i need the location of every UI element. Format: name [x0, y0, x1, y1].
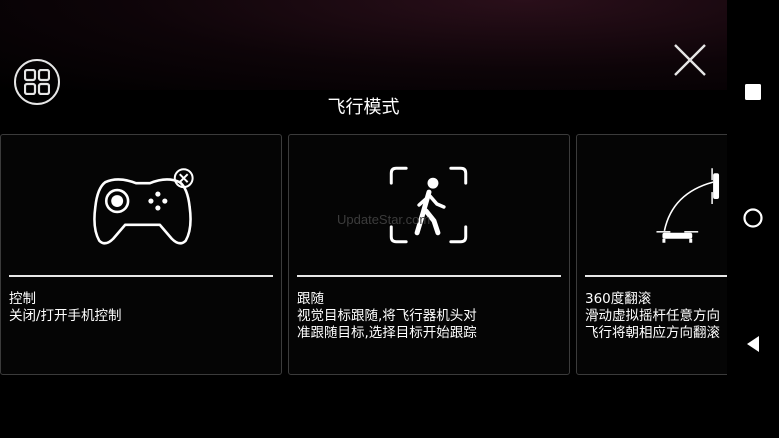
mode-card-360-flip[interactable]: 360度翻滚 滑动虚拟摇杆任意方向 飞行将朝相应方向翻滚 [576, 134, 727, 375]
home-icon[interactable] [741, 206, 765, 230]
watermark: UpdateStar.com [337, 212, 431, 227]
gamepad-icon [93, 168, 194, 245]
card-divider [585, 275, 727, 277]
mode-card-control[interactable]: 控制 关闭/打开手机控制 [0, 134, 282, 375]
background-glow [0, 0, 727, 90]
flight-mode-list[interactable]: 控制 关闭/打开手机控制 跟随 视觉目标跟随,将飞行器机头对 准跟随目标,选择目… [0, 134, 727, 377]
card-divider [9, 275, 273, 277]
system-nav-bar [727, 0, 779, 438]
close-button[interactable] [672, 42, 708, 78]
follow-person-icon [389, 166, 468, 244]
mode-name: 跟随 [297, 291, 324, 307]
recent-apps-icon[interactable] [741, 80, 765, 104]
mode-description: 关闭/打开手机控制 [9, 308, 122, 324]
drone-flip-icon [656, 168, 720, 243]
grid-icon [24, 69, 50, 95]
back-icon[interactable] [741, 332, 765, 356]
mode-description: 视觉目标跟随,将飞行器机头对 准跟随目标,选择目标开始跟踪 [297, 308, 477, 341]
close-icon [674, 44, 706, 76]
page-title: 飞行模式 [327, 97, 400, 118]
card-divider [297, 275, 561, 277]
mode-name: 控制 [9, 291, 36, 307]
mode-name: 360度翻滚 [585, 291, 652, 307]
mode-description: 滑动虚拟摇杆任意方向 飞行将朝相应方向翻滚 [585, 308, 720, 341]
mode-card-follow[interactable]: 跟随 视觉目标跟随,将飞行器机头对 准跟随目标,选择目标开始跟踪 [288, 134, 570, 375]
